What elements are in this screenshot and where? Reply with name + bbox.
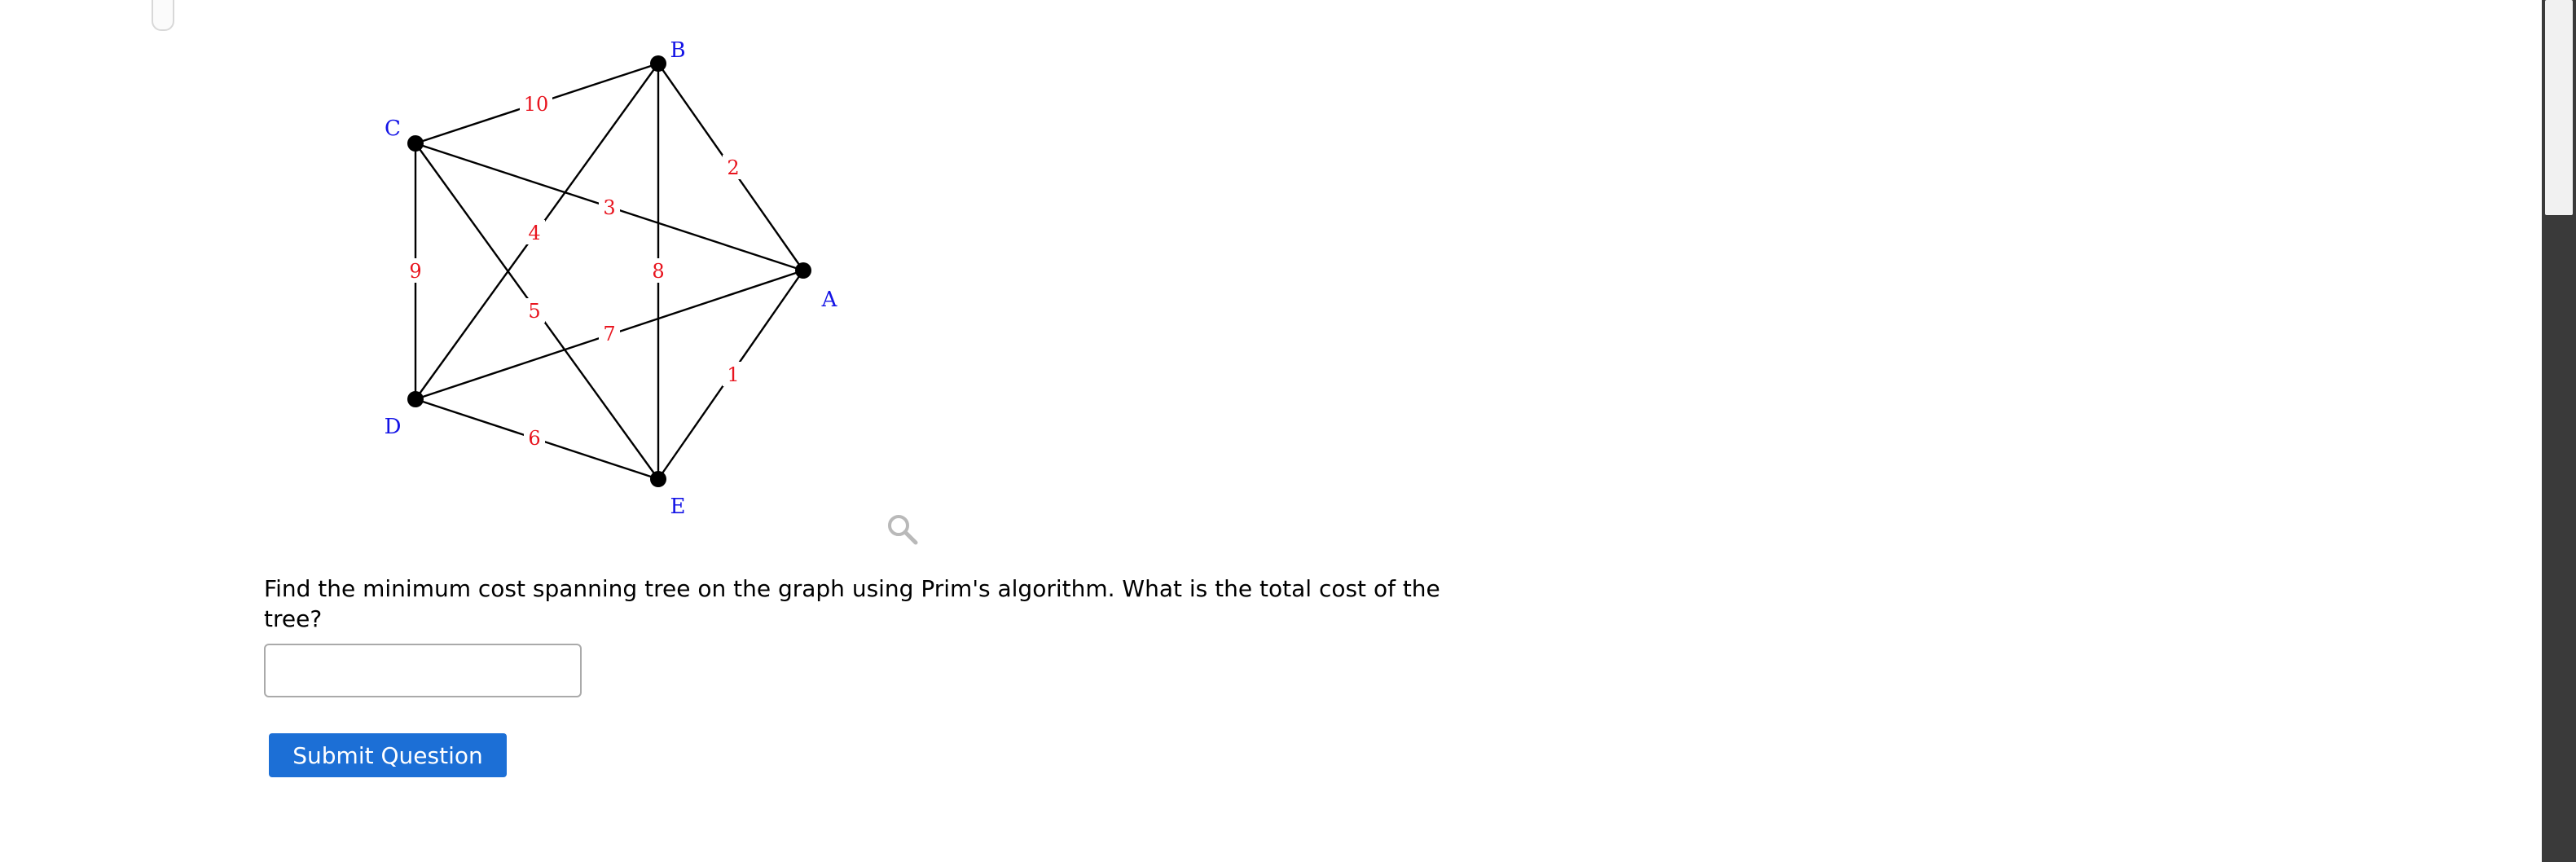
submit-question-button[interactable]: Submit Question <box>269 733 507 777</box>
edge-weight-label: 8 <box>652 260 664 283</box>
edge-weight-label: 4 <box>528 222 540 244</box>
edge-weight-label: 10 <box>524 93 549 116</box>
edge-weight-label: 5 <box>528 300 540 323</box>
graph-figure: 10 2 3 4 8 9 5 7 1 6 A B C D E <box>385 38 838 519</box>
node-label-b: B <box>670 38 685 63</box>
answer-input[interactable] <box>264 644 582 697</box>
node-label-c: C <box>385 117 401 141</box>
node-a <box>795 262 811 279</box>
magnifier-icon[interactable] <box>885 512 921 548</box>
weight-layer: 10 2 3 4 8 9 5 7 1 6 <box>405 91 744 450</box>
edge-weight-label: 6 <box>528 427 540 450</box>
node-b <box>650 55 666 72</box>
edge-weight-label: 9 <box>409 260 421 283</box>
node-d <box>407 391 424 407</box>
question-text: Find the minimum cost spanning tree on t… <box>264 575 1440 632</box>
node-layer <box>407 55 811 487</box>
node-label-layer: A B C D E <box>385 38 838 519</box>
vertical-scrollbar[interactable] <box>2542 0 2576 862</box>
edge-weight-label: 2 <box>727 156 739 179</box>
edge-layer <box>414 62 804 481</box>
node-c <box>407 135 424 152</box>
scrollbar-thumb[interactable] <box>2545 0 2573 215</box>
edge-weight-label: 3 <box>603 196 615 219</box>
node-label-a: A <box>821 288 838 312</box>
edge-weight-label: 7 <box>603 323 615 345</box>
node-label-d: D <box>385 415 402 439</box>
edge-weight-label: 1 <box>727 363 739 386</box>
node-label-e: E <box>670 495 686 519</box>
node-e <box>650 471 666 487</box>
